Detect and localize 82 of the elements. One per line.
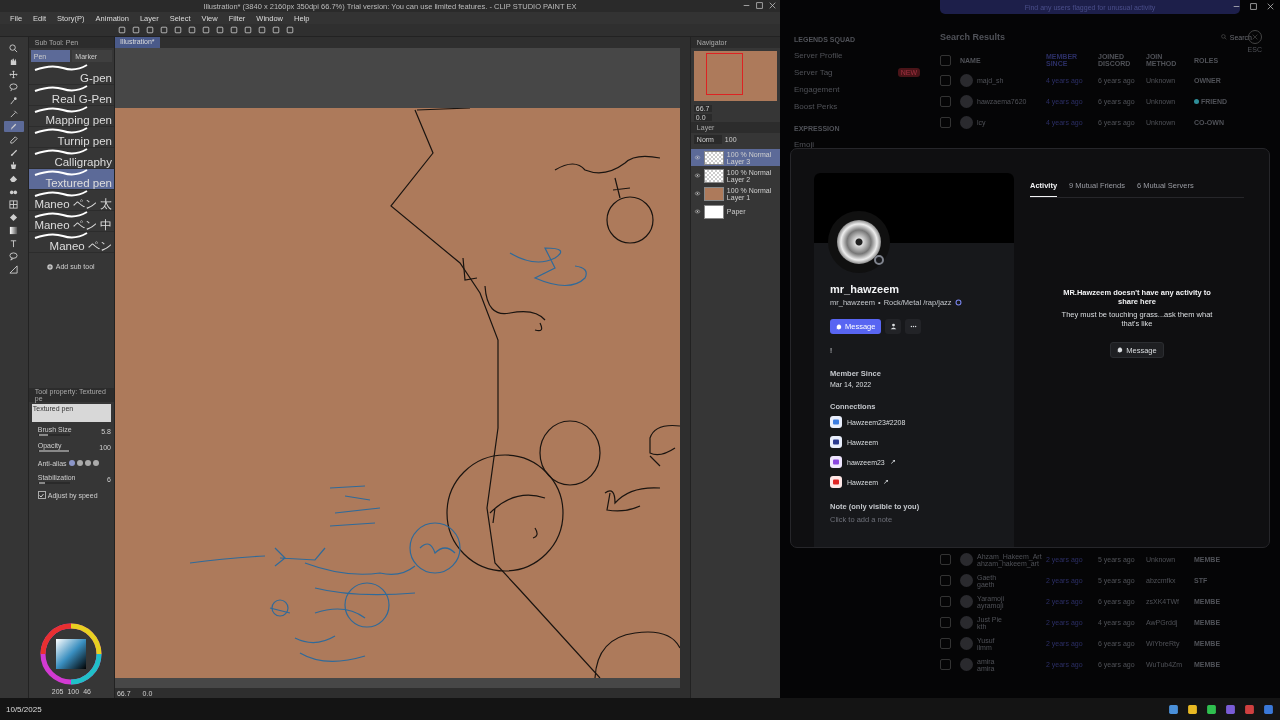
layer-thumbnail bbox=[703, 150, 724, 165]
minimize-icon[interactable] bbox=[1233, 3, 1240, 10]
more-icon bbox=[909, 323, 917, 330]
lasso-icon[interactable] bbox=[9, 83, 19, 92]
eye-icon[interactable] bbox=[693, 209, 701, 214]
person-icon bbox=[889, 323, 897, 330]
brush-icon[interactable] bbox=[9, 148, 19, 157]
taskbar-date: 10/5/2025 bbox=[6, 704, 42, 714]
brush-item[interactable]: G-pen bbox=[28, 64, 114, 85]
row-checkbox[interactable] bbox=[940, 617, 951, 628]
avatar-circle bbox=[960, 637, 973, 650]
brush-item[interactable]: Maneo ペン 太 bbox=[28, 190, 114, 211]
text-tool-icon[interactable] bbox=[9, 239, 19, 248]
row-checkbox[interactable] bbox=[940, 596, 951, 607]
scrollbar[interactable] bbox=[679, 37, 690, 698]
eyedropper-icon[interactable] bbox=[9, 109, 19, 118]
plus-circle-icon[interactable] bbox=[46, 263, 53, 270]
row-checkbox[interactable] bbox=[940, 117, 951, 128]
move-arrows-icon[interactable] bbox=[9, 70, 19, 79]
row-checkbox[interactable] bbox=[940, 575, 951, 586]
avatar-circle bbox=[960, 595, 973, 608]
anti-alias-option[interactable] bbox=[84, 460, 91, 466]
row-checkbox[interactable] bbox=[940, 75, 951, 86]
add-friend-button[interactable] bbox=[885, 319, 902, 334]
app-icon[interactable] bbox=[1244, 703, 1255, 715]
chat-bubble-icon bbox=[836, 323, 842, 330]
magic-wand-icon[interactable] bbox=[9, 96, 19, 105]
avatar-circle bbox=[960, 574, 973, 587]
layer-thumbnail bbox=[703, 186, 724, 201]
avatar-circle bbox=[960, 116, 973, 129]
checkbox[interactable] bbox=[37, 491, 46, 499]
brush-item[interactable]: Mapping pen bbox=[28, 106, 114, 127]
close-icon[interactable] bbox=[1267, 3, 1274, 10]
avatar-circle bbox=[960, 95, 973, 108]
avatar-circle bbox=[960, 74, 973, 87]
anti-alias-option[interactable] bbox=[92, 460, 99, 466]
avatar-circle bbox=[960, 658, 973, 671]
disc-image bbox=[837, 220, 881, 264]
display-name: mr_hawzeem bbox=[830, 283, 901, 295]
avatar-circle bbox=[960, 553, 973, 566]
status-indicator bbox=[874, 255, 884, 265]
minimize-icon[interactable] bbox=[743, 2, 750, 9]
row-checkbox[interactable] bbox=[940, 554, 951, 565]
checkmark-icon bbox=[39, 492, 45, 498]
anti-alias-option[interactable] bbox=[76, 460, 83, 466]
ruler-icon[interactable] bbox=[9, 265, 19, 274]
app-icon[interactable] bbox=[1225, 703, 1236, 715]
brush-item[interactable]: Maneo ペン bbox=[28, 232, 114, 253]
select-all-checkbox[interactable] bbox=[940, 54, 951, 66]
grid-icon[interactable] bbox=[9, 200, 19, 209]
anti-alias-option[interactable] bbox=[68, 460, 75, 466]
brush-item[interactable]: Real G-Pen bbox=[28, 85, 114, 106]
layer-thumbnail bbox=[703, 204, 724, 219]
browser-icon[interactable] bbox=[1168, 703, 1179, 715]
brush-item[interactable]: Turnip pen bbox=[28, 127, 114, 148]
tool-button[interactable] bbox=[3, 121, 24, 132]
eye-icon[interactable] bbox=[693, 191, 701, 196]
search-icon[interactable] bbox=[9, 44, 19, 53]
brush-item[interactable]: Textured pen bbox=[28, 169, 114, 190]
paint-pour-icon[interactable] bbox=[9, 213, 19, 222]
close-icon[interactable] bbox=[769, 2, 776, 9]
layer-thumbnail bbox=[703, 168, 724, 183]
chat-bubble-icon bbox=[1117, 347, 1124, 353]
color-wheel[interactable] bbox=[39, 622, 104, 686]
app-icon[interactable] bbox=[1206, 703, 1217, 715]
row-checkbox[interactable] bbox=[940, 659, 951, 670]
app-icon[interactable] bbox=[1263, 703, 1274, 715]
brush-item[interactable]: Maneo ペン 中 bbox=[28, 211, 114, 232]
pencil-icon[interactable] bbox=[9, 135, 19, 144]
eraser-icon[interactable] bbox=[9, 174, 19, 183]
row-checkbox[interactable] bbox=[940, 638, 951, 649]
search-icon bbox=[1220, 34, 1227, 40]
ring-badge-icon bbox=[954, 299, 962, 306]
maximize-icon[interactable] bbox=[756, 2, 763, 9]
close-icon bbox=[1251, 34, 1258, 40]
eye-icon[interactable] bbox=[693, 173, 701, 178]
row-checkbox[interactable] bbox=[940, 96, 951, 107]
gradient-icon[interactable] bbox=[9, 226, 19, 235]
section-title: Search Results bbox=[940, 32, 1006, 42]
avatar-circle bbox=[960, 616, 973, 629]
maximize-icon[interactable] bbox=[1250, 3, 1257, 10]
hand-icon[interactable] bbox=[9, 57, 19, 66]
